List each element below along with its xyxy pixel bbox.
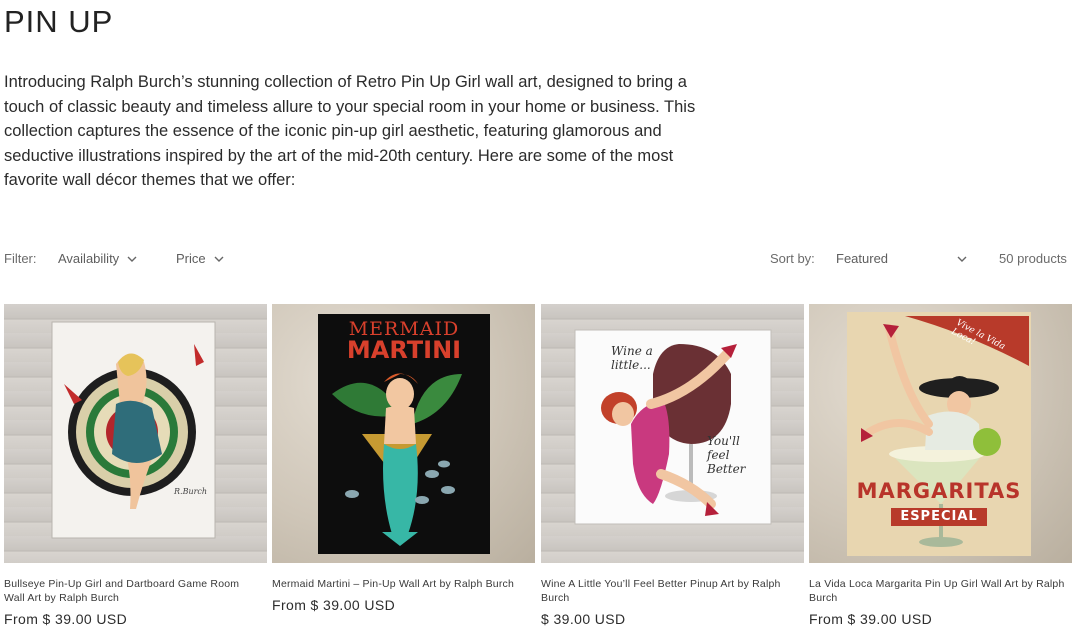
wine-pinup-artwork <box>574 329 772 525</box>
product-name[interactable]: La Vida Loca Margarita Pin Up Girl Wall … <box>809 577 1072 605</box>
price-filter[interactable]: Price <box>176 251 225 266</box>
page-title: PIN UP <box>4 4 114 39</box>
product-card[interactable]: R.Burch Bullseye Pin-Up Girl and Dartboa… <box>4 304 267 627</box>
art-text-top: Wine a little... <box>611 344 653 372</box>
art-ribbon: ESPECIAL <box>891 508 987 526</box>
product-name[interactable]: Bullseye Pin-Up Girl and Dartboard Game … <box>4 577 267 605</box>
product-image[interactable]: Wine a little... You'll feel Better <box>541 304 804 563</box>
art-title-bottom: MARTINI <box>346 336 462 364</box>
product-count: 50 products <box>999 251 1067 266</box>
collection-description: Introducing Ralph Burch’s stunning colle… <box>4 73 696 190</box>
product-card[interactable]: Vive la Vida Loca! MARGARITAS ESPECIAL L… <box>809 304 1072 627</box>
product-price: $ 39.00 USD <box>541 611 626 627</box>
svg-text:R.Burch: R.Burch <box>173 487 207 496</box>
chevron-down-icon <box>127 256 137 262</box>
bullseye-artwork: R.Burch <box>51 321 216 539</box>
availability-filter-label: Availability <box>58 251 120 266</box>
product-price: From $ 39.00 USD <box>809 611 933 627</box>
product-name[interactable]: Wine A Little You’ll Feel Better Pinup A… <box>541 577 804 605</box>
product-price: From $ 39.00 USD <box>272 597 396 613</box>
product-image[interactable]: R.Burch <box>4 304 267 563</box>
sort-select-value: Featured <box>836 251 889 266</box>
product-card[interactable]: Wine a little... You'll feel Better Wine… <box>541 304 804 627</box>
product-price: From $ 39.00 USD <box>4 611 128 627</box>
chevron-down-icon <box>957 256 967 262</box>
product-image[interactable]: Vive la Vida Loca! MARGARITAS ESPECIAL <box>809 304 1072 563</box>
product-name[interactable]: Mermaid Martini – Pin-Up Wall Art by Ral… <box>272 577 535 591</box>
chevron-down-icon <box>214 256 224 262</box>
art-title: MARGARITAS <box>856 479 1022 503</box>
filter-label: Filter: <box>4 251 37 266</box>
product-image[interactable]: MERMAID MARTINI <box>272 304 535 563</box>
sort-label: Sort by: <box>770 251 815 266</box>
product-card[interactable]: MERMAID MARTINI Mermaid Martini – Pin-Up… <box>272 304 535 613</box>
filter-bar: Filter: Availability Price Sort by: Feat… <box>0 246 1080 272</box>
art-text-bottom: You'll feel Better <box>707 434 746 476</box>
price-filter-label: Price <box>176 251 206 266</box>
availability-filter[interactable]: Availability <box>58 251 138 266</box>
sort-select[interactable]: Featured <box>836 251 968 266</box>
